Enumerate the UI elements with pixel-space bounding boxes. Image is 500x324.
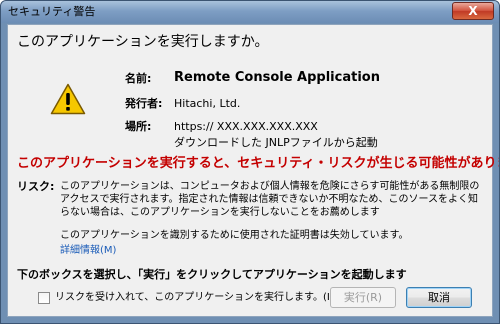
publisher-label: 発行者: xyxy=(125,97,163,110)
accept-risk-checkbox[interactable] xyxy=(38,292,50,304)
more-info-link[interactable]: 詳細情報(M) xyxy=(60,244,116,257)
window-title: セキュリティ警告 xyxy=(8,5,96,18)
risk-description: このアプリケーションは、コンピュータおよび個人情報を危険にさらす可能性がある無制… xyxy=(60,181,480,218)
title-bar[interactable]: セキュリティ警告 X xyxy=(1,1,499,23)
security-warning-dialog: セキュリティ警告 X このアプリケーションを実行しますか。 名前: Remote… xyxy=(0,0,500,324)
location-value: https:// XXX.XXX.XXX.XXX xyxy=(174,120,318,133)
risk-warning-heading: このアプリケーションを実行すると、セキュリティ・リスクが生じる可能性があります xyxy=(17,156,500,171)
accept-risk-label[interactable]: リスクを受け入れて、このアプリケーションを実行します。(I) xyxy=(55,291,334,304)
dialog-heading: このアプリケーションを実行しますか。 xyxy=(17,34,269,50)
certificate-status: このアプリケーションを識別するために使用された証明書は失効しています。 xyxy=(60,230,409,241)
publisher-value: Hitachi, Ltd. xyxy=(174,97,241,110)
location-label: 場所: xyxy=(125,120,152,133)
risk-label: リスク: xyxy=(17,180,55,193)
close-button[interactable]: X xyxy=(452,2,494,20)
dialog-content: このアプリケーションを実行しますか。 名前: Remote Console Ap… xyxy=(7,24,499,317)
application-name: Remote Console Application xyxy=(174,70,380,85)
warning-icon xyxy=(50,83,86,115)
name-label: 名前: xyxy=(125,72,152,85)
run-button[interactable]: 実行(R) xyxy=(330,287,396,308)
instruction-text: 下のボックスを選択し、「実行」をクリックしてアプリケーションを起動します xyxy=(17,268,407,281)
cancel-button[interactable]: 取消 xyxy=(406,287,472,308)
location-note: ダウンロードした JNLPファイルから起動 xyxy=(174,136,378,149)
